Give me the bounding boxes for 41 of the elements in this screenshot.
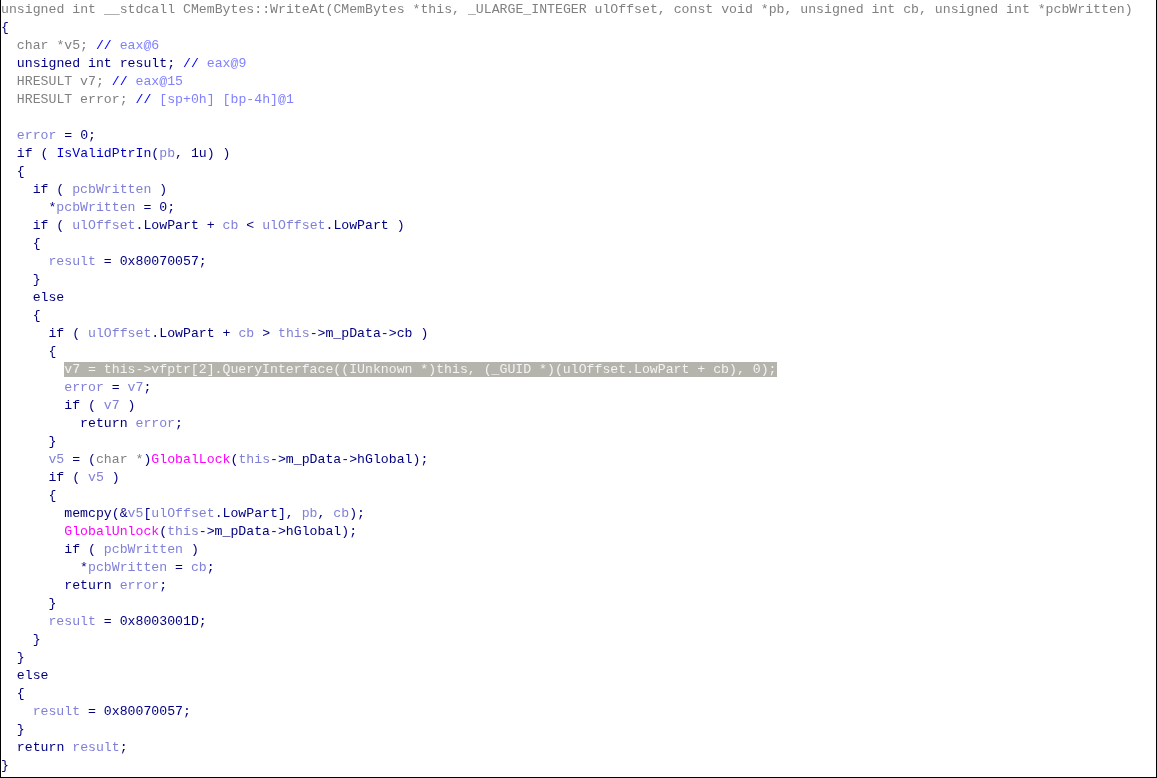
code-line: return result;: [16, 740, 128, 755]
code-line: char *v5; // eax@6: [16, 38, 160, 53]
code-line: if ( ulOffset.LowPart + cb > this->m_pData->cb ): [48, 326, 429, 341]
code-line: }: [16, 650, 25, 665]
code-line: HRESULT error; // [sp+0h] [bp-4h]@1: [16, 92, 294, 107]
code-line: else: [16, 668, 49, 683]
code-line: {: [16, 164, 25, 179]
code-line: *pcbWritten = cb;: [80, 560, 215, 575]
code-line: if ( pcbWritten ): [64, 542, 199, 557]
code-line: }: [32, 272, 41, 287]
code-line: }: [16, 722, 25, 737]
code-line: v5 = (char *)GlobalLock(this->m_pData->hGlobal);: [48, 452, 429, 467]
code-line: error = 0;: [16, 128, 96, 143]
code-line: if ( v7 ): [64, 398, 136, 413]
code-line: result = 0x80070057;: [48, 254, 207, 269]
code-line: {: [1, 20, 9, 35]
code-line: *pcbWritten = 0;: [48, 200, 176, 215]
code-line: unsigned int result; // eax@9: [16, 56, 247, 71]
code-line: return error;: [80, 416, 183, 431]
code-line: {: [48, 344, 57, 359]
code-line: unsigned int __stdcall CMemBytes::WriteAt(CMemBytes *this, _ULARGE_INTEGER ulOffset, const void *pb, unsigned int cb, unsigned int *pcbWritten): [1, 2, 1133, 17]
code-line: result = 0x8003001D;: [48, 614, 207, 629]
code-line: {: [32, 308, 41, 323]
code-line: if ( IsValidPtrIn(pb, 1u) ): [16, 146, 231, 161]
code-line: HRESULT v7; // eax@15: [16, 74, 183, 89]
code-line: if ( ulOffset.LowPart + cb < ulOffset.LowPart ): [32, 218, 405, 233]
code-line: return error;: [64, 578, 168, 593]
code-line: error = v7;: [64, 380, 152, 395]
code-line: GlobalUnlock(this->m_pData->hGlobal);: [64, 524, 358, 539]
code-line: }: [32, 632, 41, 647]
code-line: {: [32, 236, 41, 251]
code-line: {: [16, 686, 25, 701]
code-line: else: [32, 290, 65, 305]
code-line: if ( v5 ): [48, 470, 120, 485]
code-line: result = 0x80070057;: [32, 704, 191, 719]
code-line: }: [48, 596, 57, 611]
code-line: if ( pcbWritten ): [32, 182, 168, 197]
code-line: }: [1, 758, 9, 773]
code-line: memcpy(&v5[ulOffset.LowPart], pb, cb);: [64, 506, 365, 521]
code-line: {: [48, 488, 57, 503]
code-line: }: [48, 434, 57, 449]
